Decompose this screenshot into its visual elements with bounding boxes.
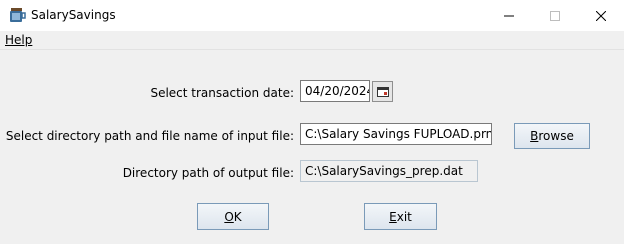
browse-button[interactable]: Browse [514, 123, 590, 149]
maximize-icon [550, 10, 560, 21]
calendar-icon [376, 86, 389, 97]
coffee-cup-icon [10, 8, 26, 22]
exit-label: xit [396, 209, 412, 224]
minimize-button[interactable] [486, 0, 532, 31]
date-field[interactable]: 04/20/2024 [300, 80, 370, 102]
exit-button[interactable]: Exit [364, 203, 437, 230]
ok-label: K [233, 209, 242, 224]
ok-mnemonic: O [224, 209, 234, 224]
input-file-field[interactable]: C:\Salary Savings FUPLOAD.prn [300, 123, 492, 145]
date-label: Select transaction date: [150, 86, 294, 100]
exit-mnemonic: E [389, 209, 397, 224]
output-file-label: Directory path of output file: [122, 166, 294, 180]
output-file-field: C:\SalarySavings_prep.dat [300, 160, 478, 182]
main-panel: Select transaction date: 04/20/2024 Sele… [0, 50, 624, 244]
ok-button[interactable]: OK [197, 203, 269, 230]
menu-bar: Help [0, 31, 624, 50]
close-icon [596, 10, 606, 21]
browse-label: rowse [538, 129, 574, 143]
window-title: SalarySavings [31, 8, 116, 22]
maximize-button[interactable] [532, 0, 578, 31]
calendar-button[interactable] [372, 81, 393, 102]
browse-mnemonic: B [530, 129, 539, 143]
menu-help[interactable]: Help [5, 33, 32, 47]
title-bar: SalarySavings [0, 0, 624, 31]
input-file-label: Select directory path and file name of i… [5, 129, 294, 143]
close-button[interactable] [578, 0, 624, 31]
minimize-icon [504, 15, 514, 16]
